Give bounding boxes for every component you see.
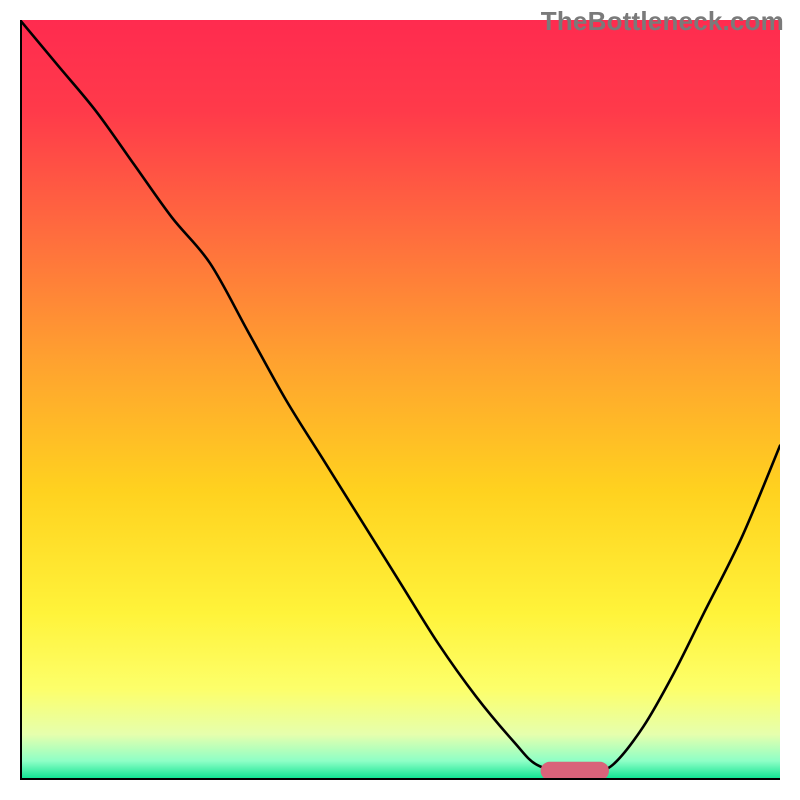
chart-container: TheBottleneck.com	[0, 0, 800, 800]
plot-area	[20, 20, 780, 780]
gradient-background	[20, 20, 780, 780]
chart-svg	[20, 20, 780, 780]
watermark-text: TheBottleneck.com	[541, 6, 784, 37]
optimal-marker	[541, 762, 609, 780]
